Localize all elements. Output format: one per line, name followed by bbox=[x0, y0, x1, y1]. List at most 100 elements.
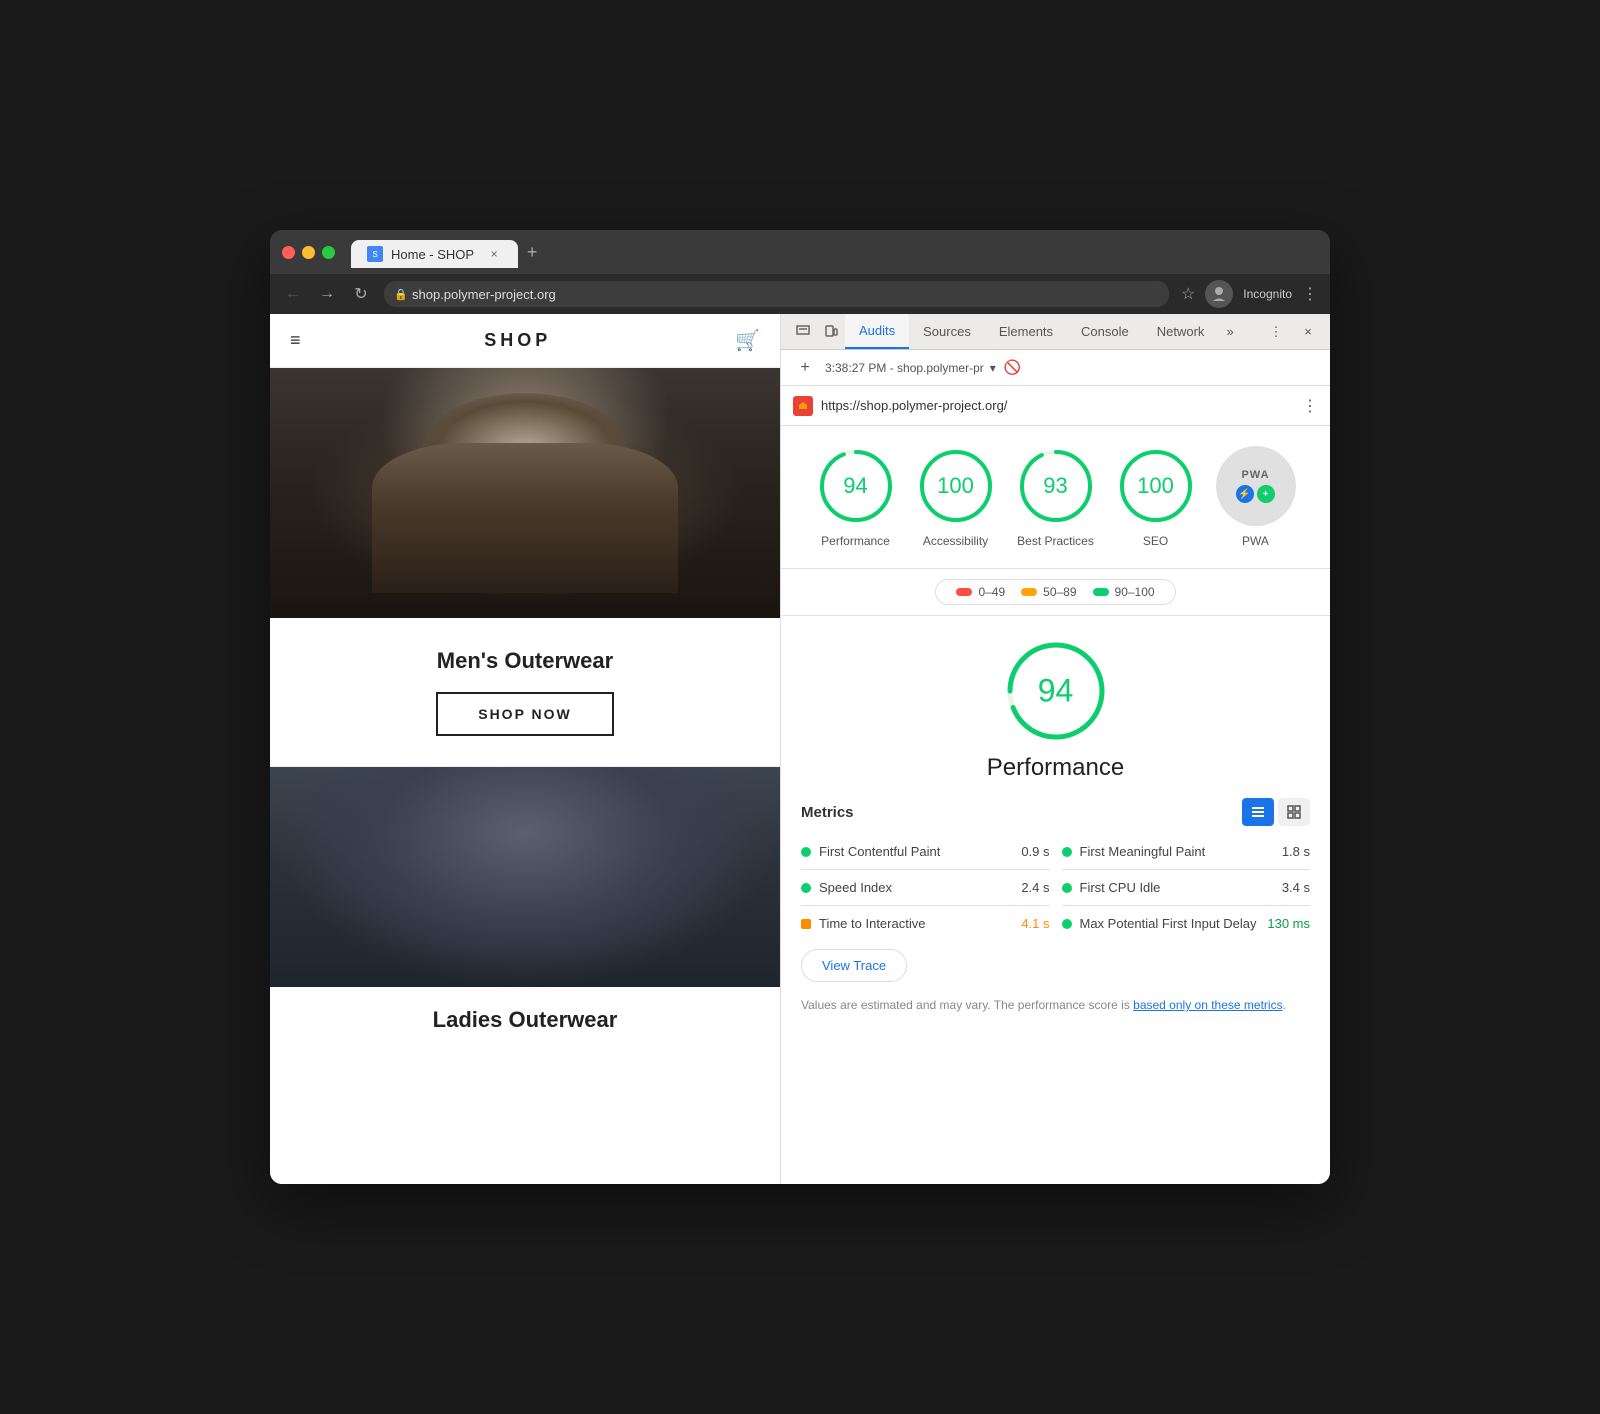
svg-text:S: S bbox=[372, 250, 377, 259]
accessibility-circle: 100 bbox=[916, 446, 996, 526]
metrics-header: Metrics bbox=[801, 798, 1310, 826]
best-practices-label: Best Practices bbox=[1017, 534, 1094, 548]
audit-url-bar: https://shop.polymer-project.org/ ⋮ bbox=[781, 386, 1330, 426]
devtools-device-icon[interactable] bbox=[817, 318, 845, 346]
metric-si: Speed Index 2.4 s bbox=[801, 878, 1050, 897]
address-bar: ← → ↻ 🔒 shop.polymer-project.org ☆ Incog… bbox=[270, 274, 1330, 314]
legend-item-red: 0–49 bbox=[956, 585, 1005, 599]
tab-title: Home - SHOP bbox=[391, 247, 474, 262]
legend-orange-dot bbox=[1021, 588, 1037, 596]
seo-circle: 100 bbox=[1116, 446, 1196, 526]
metrics-title: Metrics bbox=[801, 804, 854, 821]
hamburger-menu-icon[interactable]: ≡ bbox=[290, 330, 301, 351]
metric-si-name: Speed Index bbox=[819, 880, 1013, 895]
score-accessibility[interactable]: 100 Accessibility bbox=[916, 446, 996, 548]
new-tab-button[interactable]: + bbox=[518, 238, 546, 266]
accessibility-score: 100 bbox=[937, 473, 974, 499]
metric-mpfid: Max Potential First Input Delay 130 ms bbox=[1062, 914, 1311, 933]
metric-fmp-name: First Meaningful Paint bbox=[1080, 844, 1274, 859]
shop-header: ≡ SHOP 🛒 bbox=[270, 314, 780, 368]
devtools-options-button[interactable]: ⋮ bbox=[1262, 318, 1290, 346]
metrics-list-view-button[interactable] bbox=[1242, 798, 1274, 826]
big-performance-circle: 94 bbox=[1001, 636, 1111, 746]
audit-clear-button[interactable]: 🚫 bbox=[1004, 359, 1021, 376]
metric-fcp: First Contentful Paint 0.9 s bbox=[801, 842, 1050, 861]
legend-red-label: 0–49 bbox=[978, 585, 1005, 599]
forward-button[interactable]: → bbox=[316, 283, 338, 305]
tab-sources[interactable]: Sources bbox=[909, 314, 985, 349]
devtools-close-button[interactable]: × bbox=[1294, 318, 1322, 346]
legend-pill: 0–49 50–89 90–100 bbox=[935, 579, 1175, 605]
tab-elements[interactable]: Elements bbox=[985, 314, 1067, 349]
accessibility-label: Accessibility bbox=[923, 534, 988, 548]
performance-score: 94 bbox=[843, 473, 867, 499]
legend-item-green: 90–100 bbox=[1093, 585, 1155, 599]
back-button[interactable]: ← bbox=[282, 283, 304, 305]
mens-section-title: Men's Outerwear bbox=[437, 648, 613, 674]
metric-tti-name: Time to Interactive bbox=[819, 916, 1013, 931]
big-score-area: 94 Performance bbox=[801, 636, 1310, 782]
tab-bar: S Home - SHOP × + bbox=[351, 238, 1318, 266]
legend-green-label: 90–100 bbox=[1115, 585, 1155, 599]
shop-logo: SHOP bbox=[484, 330, 551, 351]
tab-network[interactable]: Network bbox=[1143, 314, 1219, 349]
pwa-label: PWA bbox=[1242, 534, 1269, 548]
cart-icon[interactable]: 🛒 bbox=[735, 328, 760, 353]
metric-fci: First CPU Idle 3.4 s bbox=[1062, 878, 1311, 897]
best-practices-circle: 93 bbox=[1016, 446, 1096, 526]
pwa-plus-icon: + bbox=[1257, 485, 1275, 503]
content-area: ≡ SHOP 🛒 Men's Outerwear SHOP NOW Ladies… bbox=[270, 314, 1330, 1184]
devtools-tab-bar: Audits Sources Elements Console Network … bbox=[781, 314, 1330, 350]
devtools-inspect-icon[interactable] bbox=[789, 318, 817, 346]
audit-timestamp: 3:38:27 PM - shop.polymer-pr ▾ bbox=[825, 361, 996, 375]
tab-close-button[interactable]: × bbox=[486, 246, 502, 262]
shop-now-button[interactable]: SHOP NOW bbox=[436, 692, 614, 736]
performance-note-link[interactable]: based only on these metrics bbox=[1133, 998, 1282, 1012]
score-pwa[interactable]: PWA ⚡ + PWA bbox=[1216, 446, 1296, 548]
ladies-section: Ladies Outerwear bbox=[270, 767, 780, 1184]
pwa-circle: PWA ⚡ + bbox=[1216, 446, 1296, 526]
metric-fci-dot bbox=[1062, 883, 1072, 893]
bookmark-icon[interactable]: ☆ bbox=[1181, 284, 1195, 304]
metric-tti-dot bbox=[801, 919, 811, 929]
title-bar: S Home - SHOP × + bbox=[270, 230, 1330, 274]
more-tabs-button[interactable]: » bbox=[1218, 318, 1241, 345]
big-performance-score: 94 bbox=[1038, 673, 1074, 710]
browser-menu-icon[interactable]: ⋮ bbox=[1302, 284, 1318, 304]
audit-add-button[interactable]: + bbox=[793, 356, 817, 380]
metric-fci-value: 3.4 s bbox=[1282, 880, 1310, 895]
best-practices-score: 93 bbox=[1043, 473, 1067, 499]
big-performance-label: Performance bbox=[987, 754, 1124, 782]
score-performance[interactable]: 94 Performance bbox=[816, 446, 896, 548]
legend-bar: 0–49 50–89 90–100 bbox=[781, 569, 1330, 616]
scores-section: 94 Performance 100 Accessibility bbox=[781, 426, 1330, 569]
metric-fmp: First Meaningful Paint 1.8 s bbox=[1062, 842, 1311, 861]
audit-url-text: https://shop.polymer-project.org/ bbox=[821, 398, 1294, 413]
tab-audits[interactable]: Audits bbox=[845, 314, 909, 349]
score-seo[interactable]: 100 SEO bbox=[1116, 446, 1196, 548]
audit-dropdown[interactable]: ▾ bbox=[990, 361, 996, 375]
performance-detail: 94 Performance Metrics bbox=[781, 616, 1330, 1184]
close-window-button[interactable] bbox=[282, 246, 295, 259]
tab-console[interactable]: Console bbox=[1067, 314, 1143, 349]
ladies-section-title: Ladies Outerwear bbox=[270, 987, 780, 1053]
audit-options-button[interactable]: ⋮ bbox=[1302, 396, 1318, 416]
metric-si-value: 2.4 s bbox=[1021, 880, 1049, 895]
seo-label: SEO bbox=[1143, 534, 1168, 548]
view-trace-button[interactable]: View Trace bbox=[801, 949, 907, 982]
legend-item-orange: 50–89 bbox=[1021, 585, 1076, 599]
address-input[interactable]: shop.polymer-project.org bbox=[384, 281, 1169, 307]
tab-favicon: S bbox=[367, 246, 383, 262]
minimize-window-button[interactable] bbox=[302, 246, 315, 259]
metrics-detail-view-button[interactable] bbox=[1278, 798, 1310, 826]
performance-note: Values are estimated and may vary. The p… bbox=[801, 996, 1310, 1014]
legend-red-dot bbox=[956, 588, 972, 596]
refresh-button[interactable]: ↻ bbox=[350, 283, 372, 305]
maximize-window-button[interactable] bbox=[322, 246, 335, 259]
mens-section-banner: Men's Outerwear SHOP NOW bbox=[270, 618, 780, 767]
metric-fci-name: First CPU Idle bbox=[1080, 880, 1274, 895]
metric-tti: Time to Interactive 4.1 s bbox=[801, 914, 1050, 933]
metrics-grid: First Contentful Paint 0.9 s Speed Index… bbox=[801, 842, 1310, 933]
active-tab[interactable]: S Home - SHOP × bbox=[351, 240, 518, 268]
score-best-practices[interactable]: 93 Best Practices bbox=[1016, 446, 1096, 548]
